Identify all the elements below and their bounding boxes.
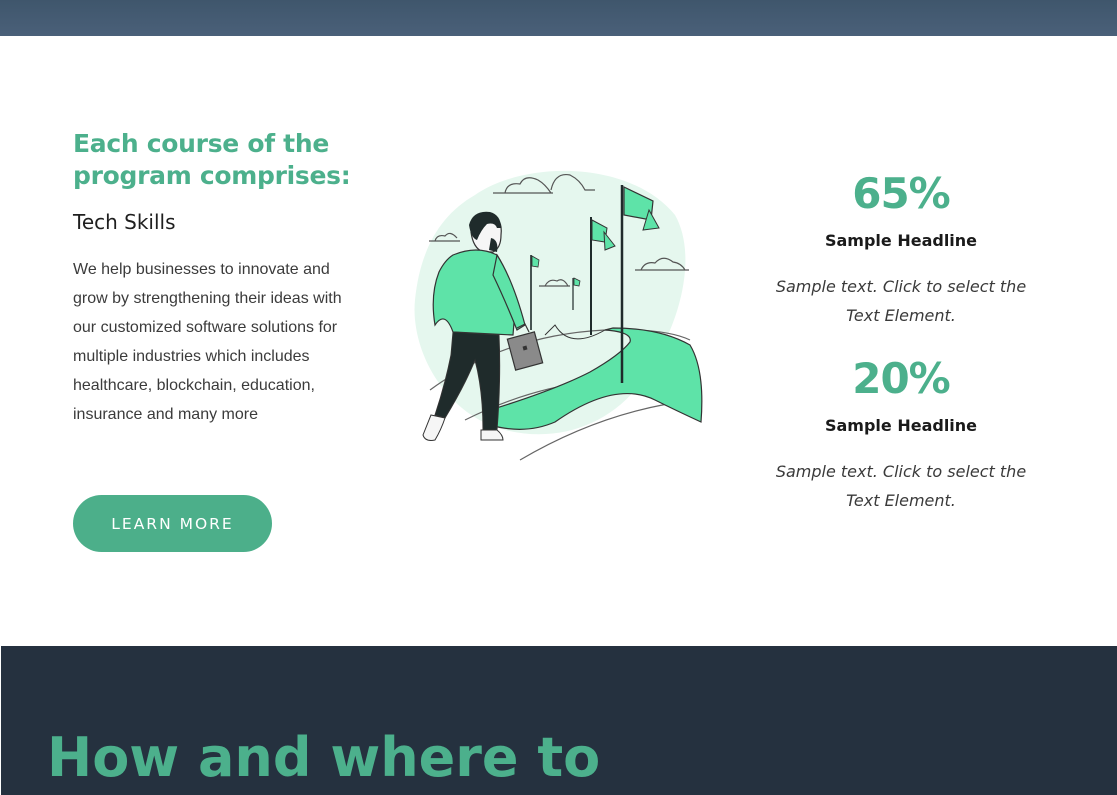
- stat-value: 20%: [852, 354, 951, 403]
- stat-headline: Sample Headline: [824, 416, 978, 435]
- stat-item: 20% Sample Headline Sample text. Click t…: [760, 347, 1042, 530]
- learn-more-button[interactable]: LEARN MORE: [73, 495, 272, 552]
- program-description: We help businesses to innovate and grow …: [73, 261, 342, 423]
- stats-column: 65% Sample Headline Sample text. Click t…: [760, 160, 1042, 530]
- how-where-section: How and where to: [1, 646, 1117, 795]
- how-where-heading: How and where to: [47, 726, 601, 789]
- stat-text: Sample text. Click to select the Text El…: [775, 277, 1027, 325]
- program-subheading: Tech Skills: [73, 210, 176, 234]
- top-band: [0, 0, 1117, 36]
- stat-headline: Sample Headline: [824, 231, 978, 250]
- businessman-flags-illustration: [405, 160, 705, 470]
- program-text-column: Each course of the program comprises: Te…: [73, 128, 373, 429]
- stat-text: Sample text. Click to select the Text El…: [775, 462, 1027, 510]
- stat-value: 65%: [852, 169, 951, 218]
- program-heading: Each course of the program comprises:: [73, 129, 351, 190]
- stat-item: 65% Sample Headline Sample text. Click t…: [760, 162, 1042, 345]
